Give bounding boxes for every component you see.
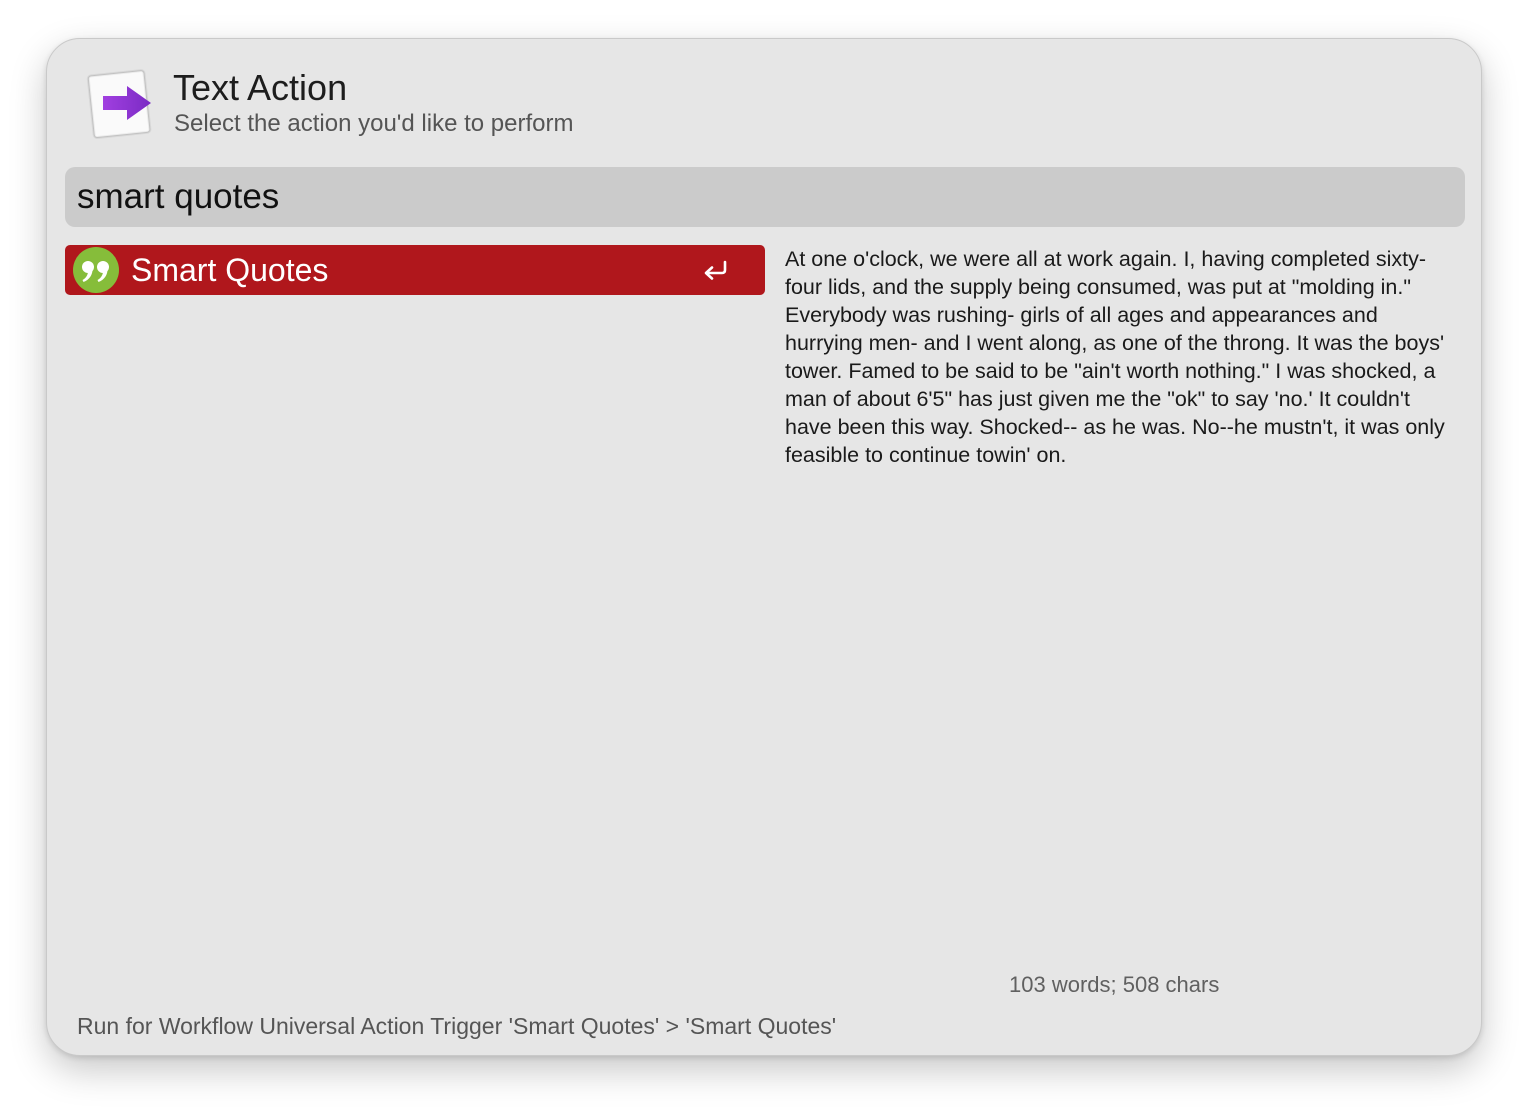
text-action-window: Text Action Select the action you'd like…	[46, 38, 1482, 1056]
window-subtitle: Select the action you'd like to perform	[174, 110, 574, 137]
text-preview: At one o'clock, we were all at work agai…	[785, 247, 1445, 467]
return-key-icon	[701, 258, 731, 282]
window-title: Text Action	[173, 67, 348, 108]
text-action-arrow-icon	[85, 67, 155, 140]
result-item-smart-quotes[interactable]: Smart Quotes	[65, 245, 765, 295]
search-input[interactable]	[77, 175, 1447, 219]
result-label: Smart Quotes	[131, 252, 329, 288]
workflow-status-line: Run for Workflow Universal Action Trigge…	[77, 1013, 837, 1039]
quote-marks-icon	[73, 247, 119, 293]
search-bar[interactable]	[65, 167, 1465, 227]
word-char-count: 103 words; 508 chars	[1009, 972, 1220, 997]
